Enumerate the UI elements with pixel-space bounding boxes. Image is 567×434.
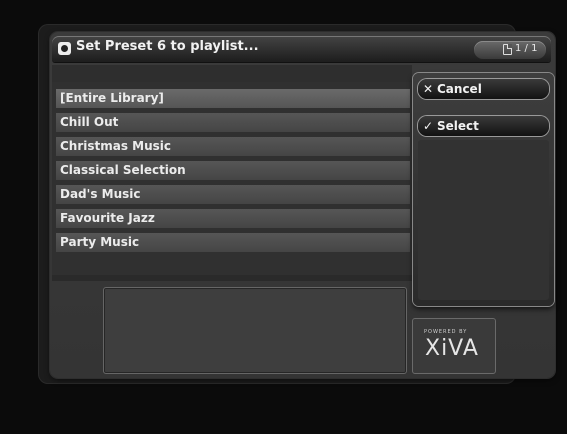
- select-label: Select: [437, 119, 479, 133]
- playlist-item[interactable]: Dad's Music: [56, 185, 410, 204]
- page-indicator-text: 1 / 1: [515, 43, 538, 54]
- playlist-item[interactable]: Favourite Jazz: [56, 209, 410, 228]
- xiva-logo: XiVA: [425, 336, 479, 361]
- preset-icon: [58, 42, 71, 55]
- cancel-button[interactable]: ✕ Cancel: [418, 79, 549, 99]
- powered-by-text: POWERED BY: [424, 329, 468, 335]
- playlist-list-header: [52, 65, 412, 82]
- playlist-item[interactable]: Party Music: [56, 233, 410, 252]
- menu-body: [418, 140, 549, 300]
- playlist-item[interactable]: [Entire Library]: [56, 89, 410, 108]
- checkmark-icon: ✓: [423, 119, 434, 133]
- playlist-item[interactable]: Chill Out: [56, 113, 410, 132]
- select-button[interactable]: ✓ Select: [418, 116, 549, 136]
- cancel-label: Cancel: [437, 82, 482, 96]
- playlist-item[interactable]: Classical Selection: [56, 161, 410, 180]
- info-panel: [103, 287, 407, 374]
- dialog-title: Set Preset 6 to playlist...: [76, 39, 259, 54]
- page-icon: [503, 44, 512, 55]
- close-icon: ✕: [423, 82, 434, 96]
- list-footer: [52, 275, 412, 281]
- playlist-item[interactable]: Christmas Music: [56, 137, 410, 156]
